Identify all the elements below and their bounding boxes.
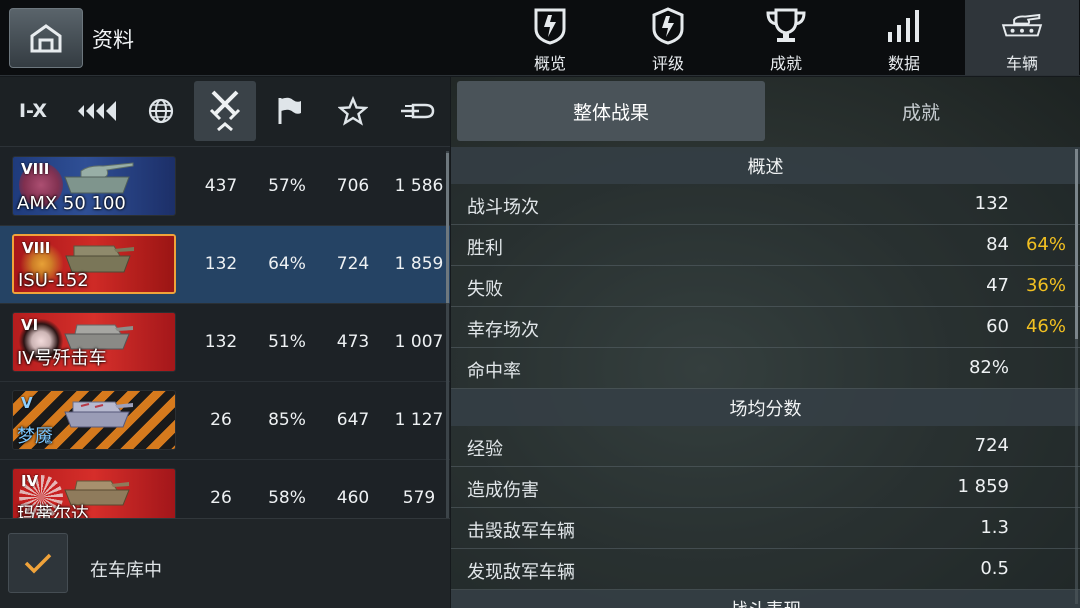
battles-value: 437 <box>204 176 238 196</box>
trophy-icon <box>766 8 806 42</box>
exp-value: 647 <box>336 410 370 430</box>
battles-value: 26 <box>210 410 232 430</box>
stats-scrollbar[interactable] <box>1075 149 1078 604</box>
hangar-icon <box>30 24 62 53</box>
exp-value: 473 <box>336 332 370 352</box>
vehicle-row[interactable]: IV 玛蒂尔达 26 58% 460 579 <box>0 460 450 518</box>
vehicle-row[interactable]: V 梦魇 26 85% 647 1 127 <box>0 382 450 460</box>
vehicle-card: IV 玛蒂尔达 <box>12 468 176 518</box>
damage-value: 1 586 <box>394 176 444 196</box>
vehicle-card: VIII ISU-152 <box>12 234 176 294</box>
battles-value: 132 <box>204 332 238 352</box>
crossed-swords-icon <box>209 90 241 132</box>
tier-badge: V <box>21 394 33 412</box>
tier-badge: VI <box>21 316 39 334</box>
vehicle-class-icon <box>78 101 116 121</box>
winrate-value: 57% <box>268 176 306 196</box>
tier-badge: VIII <box>22 239 51 257</box>
rating-shield-icon <box>652 7 684 45</box>
stat-row-kills: 击毁敌军车辆 1.3 <box>451 508 1080 549</box>
bar-chart-icon <box>888 10 919 42</box>
damage-value: 579 <box>402 488 436 508</box>
tier-filter-button[interactable]: I-X <box>2 81 64 141</box>
winrate-value: 64% <box>268 254 306 274</box>
damage-value: 1 859 <box>394 254 444 274</box>
stat-row-damage: 造成伤害 1 859 <box>451 467 1080 508</box>
globe-icon <box>148 98 174 124</box>
vehicle-name: 梦魇 <box>17 426 53 447</box>
exp-value: 460 <box>336 488 370 508</box>
tab-overall-results[interactable]: 整体战果 <box>457 81 765 141</box>
vehicle-list: VIII AMX 50 100 437 57% 706 1 586 VIII I… <box>0 148 450 518</box>
shield-bolt-icon <box>534 8 566 45</box>
stat-row-spotted: 发现敌军车辆 0.5 <box>451 549 1080 590</box>
tab-statistics[interactable]: 数据 <box>849 0 959 75</box>
tab-vehicles[interactable]: 车辆 <box>965 0 1079 75</box>
vehicle-list-panel: I-X VIII AMX 50 100 437 57% 706 1 586 VI… <box>0 77 450 608</box>
tank-icon <box>1001 13 1043 37</box>
exp-value: 724 <box>336 254 370 274</box>
vehicle-card: V 梦魇 <box>12 390 176 450</box>
tier-filter-label: I-X <box>18 100 48 122</box>
vehicle-list-scrollbar[interactable] <box>446 151 449 521</box>
star-icon <box>338 96 368 126</box>
tab-achievements[interactable]: 成就 <box>731 0 841 75</box>
exp-value: 706 <box>336 176 370 196</box>
flag-icon <box>278 97 301 124</box>
garage-filter: 在车库中 <box>0 518 450 608</box>
vehicle-row[interactable]: VI IV号歼击车 132 51% 473 1 007 <box>0 304 450 382</box>
damage-value: 1 007 <box>394 332 444 352</box>
stat-row-victories: 胜利 84 64% <box>451 225 1080 266</box>
vehicle-card: VIII AMX 50 100 <box>12 156 176 216</box>
battles-sort-button[interactable] <box>194 81 256 141</box>
shell-icon <box>401 103 435 119</box>
battles-value: 132 <box>204 254 238 274</box>
stat-row-defeats: 失败 47 36% <box>451 266 1080 307</box>
vehicle-name: IV号歼击车 <box>17 348 107 369</box>
stat-row-survived: 幸存场次 60 46% <box>451 307 1080 348</box>
nation-filter-button[interactable] <box>130 81 192 141</box>
vehicle-name: AMX 50 100 <box>17 193 126 214</box>
battles-value: 26 <box>210 488 232 508</box>
vehicle-name: ISU-152 <box>18 270 89 291</box>
stat-row-experience: 经验 724 <box>451 426 1080 467</box>
favorite-filter-button[interactable] <box>322 81 384 141</box>
garage-home-button[interactable] <box>9 8 83 68</box>
tank-image <box>64 401 133 428</box>
section-header-overview: 概述 <box>451 147 1080 184</box>
vehicle-type-filter-button[interactable] <box>66 81 128 141</box>
section-header-averages: 场均分数 <box>451 389 1080 426</box>
vehicle-name: 玛蒂尔达 <box>17 504 89 518</box>
victories-sort-button[interactable] <box>258 81 320 141</box>
vehicle-card: VI IV号歼击车 <box>12 312 176 372</box>
winrate-value: 51% <box>268 332 306 352</box>
page-title: 资料 <box>92 28 134 52</box>
stat-row-hit-ratio: 命中率 82% <box>451 348 1080 389</box>
winrate-value: 58% <box>268 488 306 508</box>
top-bar: 资料 概览 评级 成就 数据 车辆 <box>0 0 1080 76</box>
stat-row-battles: 战斗场次 132 <box>451 184 1080 225</box>
in-garage-checkbox[interactable] <box>8 533 68 593</box>
vehicle-row-selected[interactable]: VIII ISU-152 132 64% 724 1 859 <box>0 226 450 304</box>
checkmark-icon <box>24 553 52 574</box>
winrate-value: 85% <box>268 410 306 430</box>
tier-badge: VIII <box>21 160 50 178</box>
premium-filter-button[interactable] <box>386 81 448 141</box>
in-garage-label: 在车库中 <box>90 560 162 581</box>
tab-overview[interactable]: 概览 <box>495 0 605 75</box>
tab-rating[interactable]: 评级 <box>613 0 723 75</box>
tab-vehicle-achievements[interactable]: 成就 <box>767 81 1075 141</box>
damage-value: 1 127 <box>394 410 444 430</box>
vehicle-row[interactable]: VIII AMX 50 100 437 57% 706 1 586 <box>0 148 450 226</box>
vehicle-stats-panel: 整体战果 成就 概述 战斗场次 132 胜利 84 64% 失败 47 36% … <box>451 77 1080 608</box>
stats-table: 概述 战斗场次 132 胜利 84 64% 失败 47 36% 幸存场次 60 … <box>451 147 1080 608</box>
section-header-performance: 战斗表现 <box>451 590 1080 608</box>
filter-bar: I-X <box>0 77 450 147</box>
tank-image <box>64 162 134 194</box>
tier-badge: IV <box>21 472 39 490</box>
